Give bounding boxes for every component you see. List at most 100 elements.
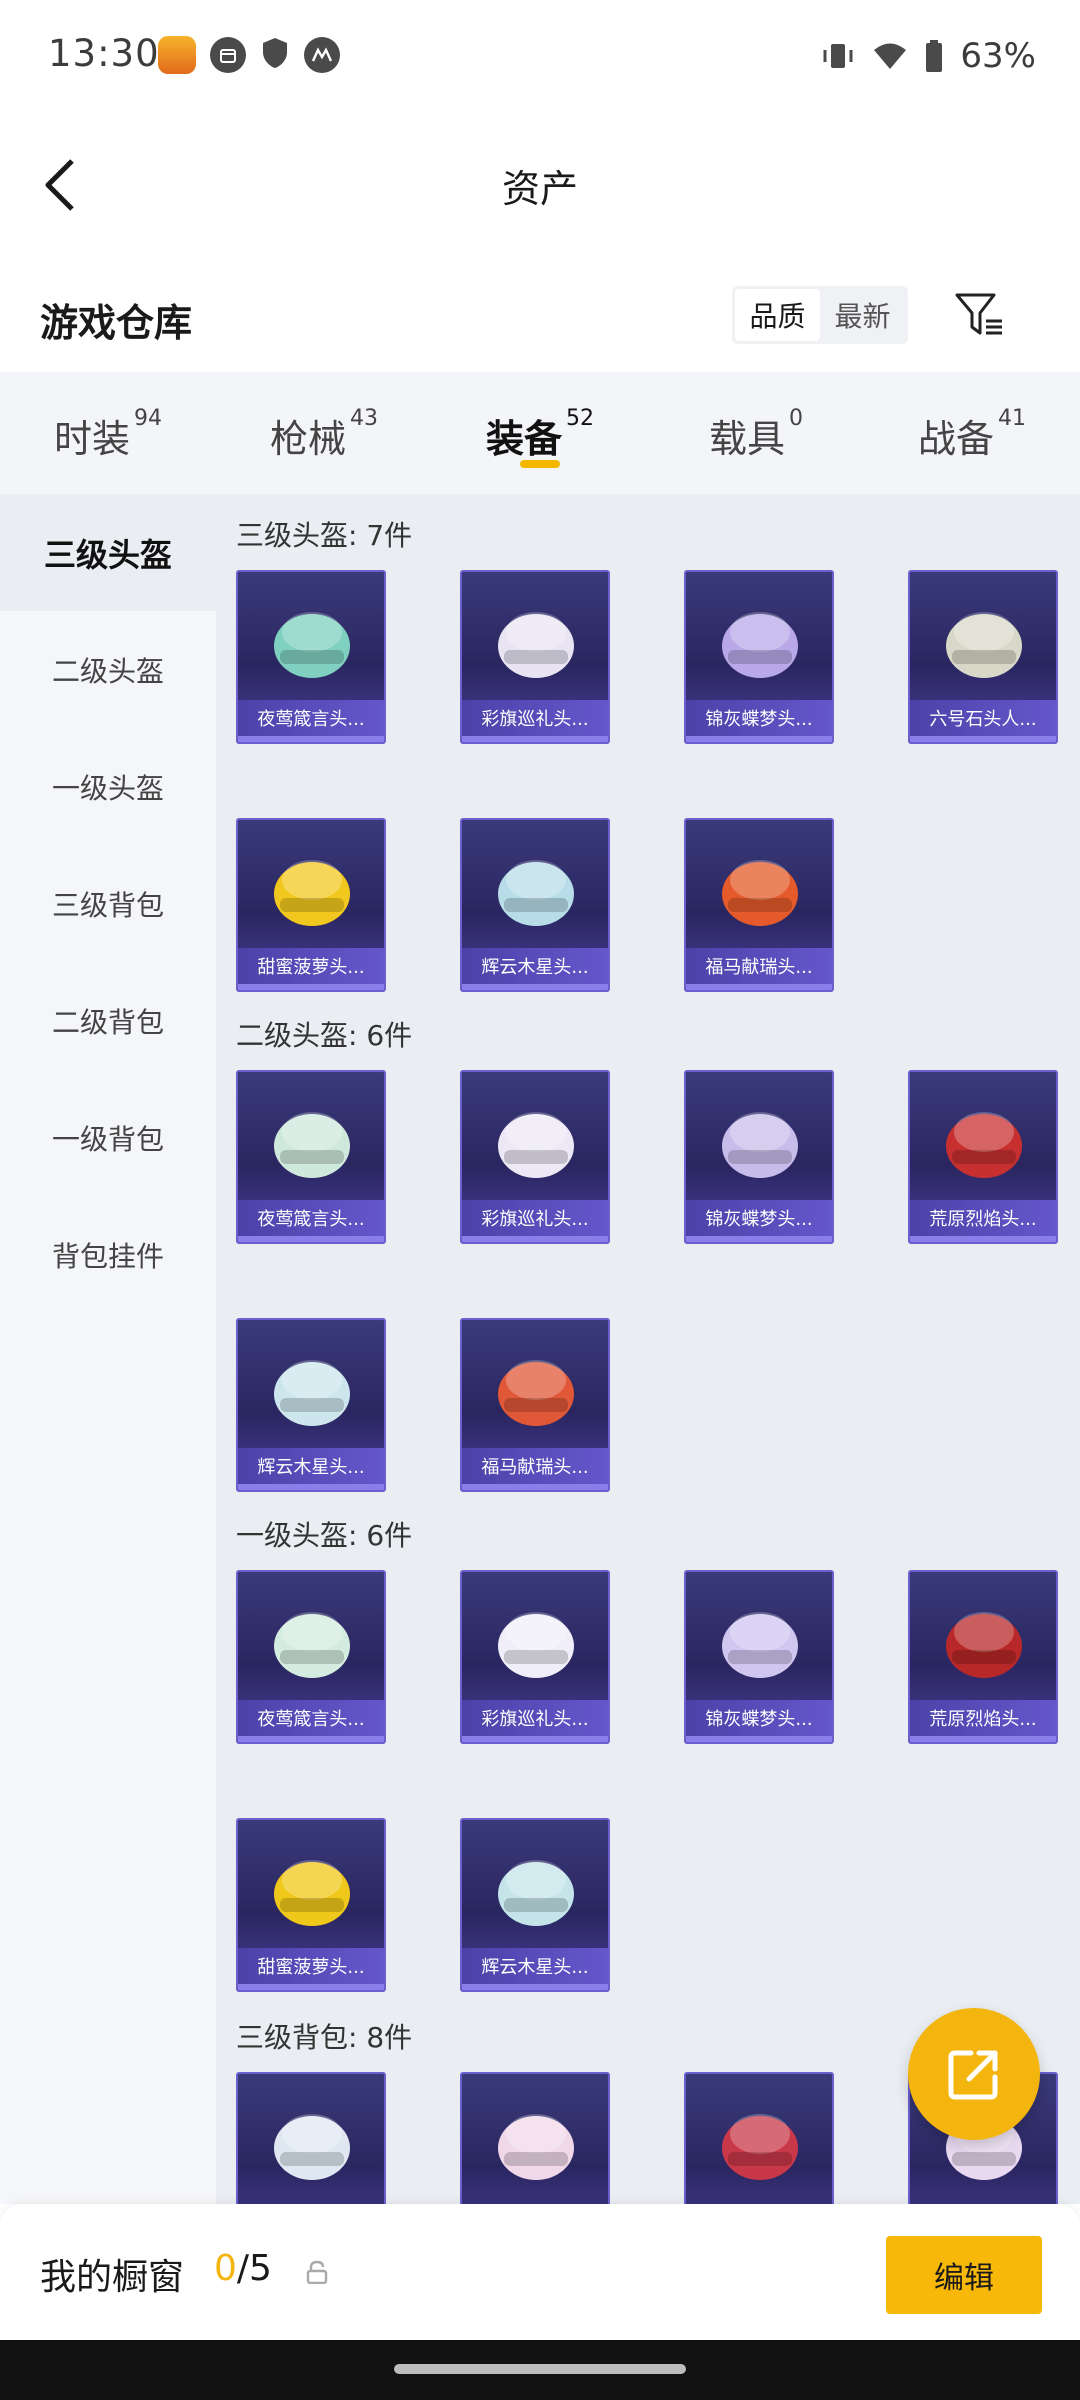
active-tab-indicator [520, 460, 560, 468]
helmet-icon [946, 1612, 1022, 1678]
card-rarity-bar [462, 1984, 608, 1990]
item-card[interactable]: 彩旗巡礼头... [460, 1070, 610, 1244]
share-button[interactable] [908, 2008, 1040, 2140]
content-area: 三级头盔 二级头盔 一级头盔 三级背包 二级背包 一级背包 背包挂件 三级头盔: 7件 夜莺箴… [0, 494, 1080, 2204]
item-card-label: 辉云木星头... [462, 1948, 608, 1984]
item-card[interactable]: 夜莺箴言头... [236, 570, 386, 744]
item-card[interactable]: 甜蜜菠萝头... [236, 818, 386, 992]
item-card-label: 荒原烈焰头... [910, 1700, 1056, 1736]
card-rarity-bar [238, 984, 384, 990]
item-card[interactable]: 荒原烈焰头... [908, 1070, 1058, 1244]
card-rarity-bar [686, 1736, 832, 1742]
group-title: 一级头盔: 6件 [236, 1519, 413, 1552]
card-rarity-bar [238, 1484, 384, 1490]
tab-1[interactable]: 枪械 43 [216, 372, 432, 494]
item-card-label: 荒原烈焰头... [910, 1200, 1056, 1236]
card-rarity-bar [462, 1484, 608, 1490]
sidebar-item[interactable]: 一级头盔 [0, 728, 216, 845]
card-rarity-bar [686, 736, 832, 742]
helmet-icon [498, 860, 574, 926]
item-card[interactable]: 彩旗巡礼头... [460, 570, 610, 744]
sidebar-item[interactable]: 一级背包 [0, 1079, 216, 1196]
helmet-icon [722, 2114, 798, 2180]
tab-count: 43 [350, 406, 378, 431]
item-card[interactable]: 辉云木星头... [460, 818, 610, 992]
sidebar-item[interactable]: 二级头盔 [0, 611, 216, 728]
card-rarity-bar [462, 1736, 608, 1742]
item-card[interactable]: 辉云木星头... [460, 1818, 610, 1992]
title-bar: 资产 [0, 130, 1080, 240]
helmet-icon [274, 1860, 350, 1926]
tab-label: 枪械 [269, 417, 346, 461]
lock-icon [306, 2260, 328, 2284]
status-system-icons: 63% [820, 36, 1036, 76]
item-card[interactable]: 锦灰蝶梦头... [684, 570, 834, 744]
edit-button[interactable]: 编辑 [886, 2236, 1042, 2314]
item-card[interactable]: 六号石头人... [908, 570, 1058, 744]
tab-4[interactable]: 战备 41 [864, 372, 1080, 494]
item-card[interactable] [236, 2072, 386, 2204]
item-card-label: 福马献瑞头... [462, 1448, 608, 1484]
sidebar-item[interactable]: 背包挂件 [0, 1196, 216, 1313]
helmet-icon [498, 2114, 574, 2180]
helmet-icon [498, 1360, 574, 1426]
item-card[interactable]: 夜莺箴言头... [236, 1070, 386, 1244]
wifi-icon [874, 43, 907, 69]
home-gesture-pill[interactable] [394, 2364, 686, 2374]
system-nav-bar [0, 2340, 1080, 2400]
item-card[interactable]: 锦灰蝶梦头... [684, 1570, 834, 1744]
item-card-label: 夜莺箴言头... [238, 1700, 384, 1736]
item-card[interactable]: 甜蜜菠萝头... [236, 1818, 386, 1992]
status-bar: 13:30 63% [0, 0, 1080, 110]
tab-0[interactable]: 时装 94 [0, 372, 216, 494]
item-card[interactable] [684, 2072, 834, 2204]
sidebar-item[interactable]: 三级头盔 [0, 494, 216, 611]
item-card[interactable]: 荒原烈焰头... [908, 1570, 1058, 1744]
page-title: 资产 [501, 167, 578, 211]
item-grid[interactable]: 三级头盔: 7件 夜莺箴言头... 彩旗巡礼头... 锦灰蝶梦头... 六号石头人...… [216, 494, 1080, 2204]
item-card[interactable] [460, 2072, 610, 2204]
group-title: 三级背包: 8件 [236, 2021, 413, 2054]
sidebar-item[interactable]: 三级背包 [0, 845, 216, 962]
helmet-icon [722, 860, 798, 926]
helmet-icon [946, 612, 1022, 678]
sidebar-item[interactable]: 二级背包 [0, 962, 216, 1079]
card-rarity-bar [238, 1736, 384, 1742]
battery-icon [926, 40, 943, 72]
status-notification-icons [158, 36, 340, 74]
item-card-label: 六号石头人... [910, 700, 1056, 736]
card-rarity-bar [910, 1736, 1056, 1742]
tab-2[interactable]: 装备 52 [432, 372, 648, 494]
game-app-icon [158, 36, 196, 74]
helmet-icon [498, 1612, 574, 1678]
item-card[interactable]: 辉云木星头... [236, 1318, 386, 1492]
tab-label: 战备 [917, 417, 994, 461]
filter-button[interactable] [948, 284, 1010, 346]
helmet-icon [946, 1112, 1022, 1178]
motorola-icon [304, 37, 340, 73]
sort-option-newest[interactable]: 最新 [820, 289, 905, 341]
helmet-icon [274, 1360, 350, 1426]
tab-3[interactable]: 载具 0 [648, 372, 864, 494]
helmet-icon [498, 1112, 574, 1178]
tab-label: 载具 [708, 417, 785, 461]
tab-count: 0 [789, 406, 803, 431]
group-title: 二级头盔: 6件 [236, 1019, 413, 1052]
item-card-label: 锦灰蝶梦头... [686, 1200, 832, 1236]
tab-count: 52 [566, 406, 594, 431]
shield-icon [260, 36, 290, 74]
item-card-label: 锦灰蝶梦头... [686, 700, 832, 736]
item-card[interactable]: 锦灰蝶梦头... [684, 1070, 834, 1244]
item-card[interactable]: 福马献瑞头... [460, 1318, 610, 1492]
item-card[interactable]: 福马献瑞头... [684, 818, 834, 992]
card-rarity-bar [462, 984, 608, 990]
tab-label: 装备 [485, 417, 562, 461]
tab-count: 41 [998, 406, 1026, 431]
battery-percent: 63% [960, 36, 1036, 76]
item-card[interactable]: 夜莺箴言头... [236, 1570, 386, 1744]
item-card[interactable]: 彩旗巡礼头... [460, 1570, 610, 1744]
card-rarity-bar [462, 736, 608, 742]
card-rarity-bar [238, 1236, 384, 1242]
helmet-icon [274, 2114, 350, 2180]
sort-option-quality[interactable]: 品质 [735, 289, 820, 341]
